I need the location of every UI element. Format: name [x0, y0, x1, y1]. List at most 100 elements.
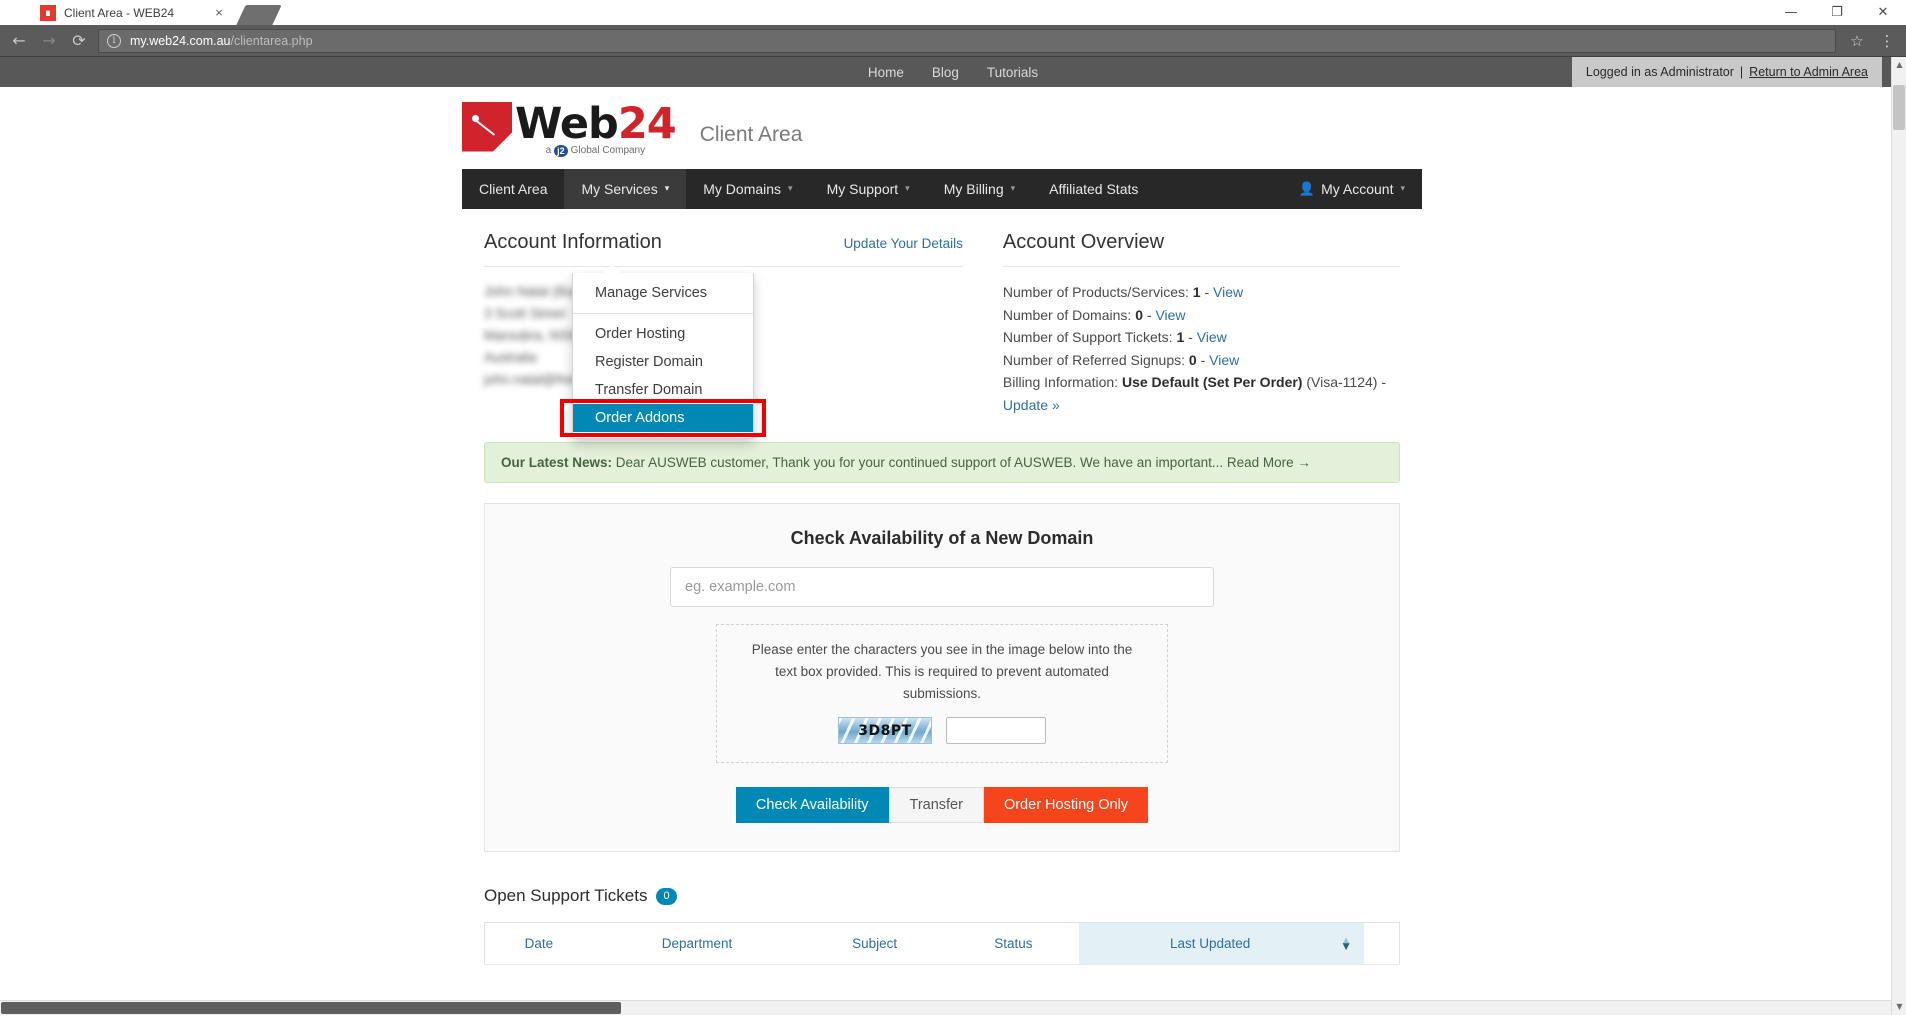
captcha-instructions: Please enter the characters you see in t… [751, 642, 1133, 701]
divider [1002, 266, 1400, 267]
nav-label-my-domains: My Domains [703, 181, 782, 197]
overview-billing-card: (Visa-1124) [1306, 374, 1378, 390]
maximize-icon[interactable]: ❐ [1814, 0, 1860, 25]
account-overview-title: Account Overview [1002, 231, 1165, 253]
check-availability-button[interactable]: Check Availability [735, 787, 889, 823]
nav-item-client-area[interactable]: Client Area [462, 169, 564, 209]
domain-availability-panel: Check Availability of a New Domain Pleas… [484, 503, 1400, 852]
overview-view-domains-link[interactable]: View [1155, 307, 1185, 323]
tickets-col-subject[interactable]: Subject [801, 922, 949, 965]
overview-view-tickets-link[interactable]: View [1197, 329, 1227, 345]
nav-label-my-account: My Account [1321, 181, 1394, 197]
return-to-admin-area-link[interactable]: Return to Admin Area [1749, 65, 1868, 79]
tickets-col-last-updated[interactable]: Last Updated ▲ ▼ [1078, 922, 1364, 965]
scroll-down-icon[interactable]: ▼ [1892, 999, 1906, 1015]
dropdown-item-order-hosting[interactable]: Order Hosting [573, 320, 753, 348]
window-close-icon[interactable]: ✕ [1860, 0, 1906, 25]
captcha-input[interactable] [946, 717, 1046, 744]
page-vertical-scrollbar[interactable]: ▲ ▼ [1891, 57, 1906, 1015]
browser-tab[interactable]: ∎ Client Area - WEB24 × [30, 0, 235, 25]
dropdown-item-register-domain[interactable]: Register Domain [573, 348, 753, 376]
back-icon[interactable]: ← [4, 27, 34, 55]
vertical-scrollbar-thumb[interactable] [1893, 85, 1905, 130]
chevron-down-icon: ▾ [1010, 184, 1016, 194]
order-hosting-only-button[interactable]: Order Hosting Only [983, 787, 1149, 823]
overview-view-signups-link[interactable]: View [1209, 352, 1239, 368]
overview-row-tickets: Number of Support Tickets: 1 - View [1003, 326, 1400, 349]
overview-view-products-link[interactable]: View [1213, 284, 1243, 300]
forward-icon[interactable]: → [34, 27, 64, 55]
logo-text-block: Web24 a j2 Global Company [515, 98, 677, 157]
tickets-col-date[interactable]: Date [484, 922, 593, 965]
chevron-down-icon: ▾ [664, 184, 670, 194]
overview-sep: - [1188, 329, 1193, 345]
nav-label-affiliated-stats: Affiliated Stats [1049, 181, 1139, 197]
url-path: /clientarea.php [230, 33, 313, 48]
nav-item-my-billing[interactable]: My Billing ▾ [927, 169, 1032, 209]
site-logo[interactable]: Web24 a j2 Global Company [462, 98, 677, 157]
nav-item-my-account[interactable]: 👤 My Account ▾ [1282, 169, 1422, 209]
horizontal-scrollbar-thumb[interactable] [1, 1002, 621, 1014]
topbar-link-home[interactable]: Home [868, 65, 904, 80]
dropdown-selected-wrapper: Order Addons [560, 399, 766, 437]
page-viewport: Home Blog Tutorials Logged in as Adminis… [0, 57, 1906, 1015]
logo-tagline-b: Global Company [570, 145, 646, 156]
scroll-up-icon[interactable]: ▲ [1892, 57, 1906, 73]
page-horizontal-scrollbar[interactable] [0, 1000, 1891, 1015]
open-support-tickets-title: Open Support Tickets [484, 886, 648, 905]
overview-value-signups: 0 [1188, 351, 1197, 368]
browser-tab-title: Client Area - WEB24 [64, 5, 175, 20]
dropdown-item-transfer-domain[interactable]: Transfer Domain [573, 376, 753, 404]
latest-news-banner: Our Latest News: Dear AUSWEB customer, T… [484, 442, 1400, 483]
overview-label-tickets: Number of Support Tickets: [1002, 329, 1173, 345]
web24-logo-icon [462, 101, 512, 152]
tickets-col-status[interactable]: Status [948, 922, 1079, 965]
dropdown-item-order-addons[interactable]: Order Addons [573, 404, 753, 432]
news-read-more-link[interactable]: Read More → [1227, 455, 1311, 470]
close-icon[interactable]: × [211, 5, 227, 21]
address-bar[interactable]: i my.web24.com.au/clientarea.php [98, 28, 1836, 53]
news-body: Dear AUSWEB customer, Thank you for your… [615, 455, 1224, 470]
page-info-icon[interactable]: i [107, 33, 121, 48]
nav-label-client-area: Client Area [479, 181, 548, 197]
overview-label-signups: Number of Referred Signups: [1002, 351, 1185, 368]
domain-action-buttons: Check Availability Transfer Order Hostin… [485, 787, 1399, 823]
divider [484, 266, 963, 267]
overview-value-tickets: 1 [1176, 329, 1185, 345]
bookmark-star-icon[interactable]: ☆ [1842, 27, 1872, 55]
overview-label-domains: Number of Domains: [1002, 306, 1132, 323]
minimize-icon[interactable]: — [1768, 0, 1814, 25]
overview-update-billing-link[interactable]: Update » [1003, 397, 1060, 413]
overview-sep: - [1146, 306, 1152, 323]
browser-tabstrip: ∎ Client Area - WEB24 × — ❐ ✕ [0, 0, 1906, 25]
overview-row-signups: Number of Referred Signups: 0 - View [1003, 349, 1400, 372]
domain-search-input[interactable] [670, 567, 1214, 607]
overview-label-billing: Billing Information: [1002, 374, 1119, 390]
nav-item-my-services[interactable]: My Services ▾ [564, 169, 687, 209]
topbar-links: Home Blog Tutorials [868, 65, 1038, 80]
browser-menu-icon[interactable]: ⋮ [1872, 27, 1902, 55]
overview-row-billing: Billing Information: Use Default (Set Pe… [1003, 371, 1400, 416]
new-tab-button[interactable] [236, 5, 282, 25]
transfer-button[interactable]: Transfer [888, 787, 984, 823]
chevron-down-icon: ▾ [1400, 184, 1405, 194]
account-information-header: Account Information Update Your Details [484, 231, 963, 254]
topbar-link-tutorials[interactable]: Tutorials [987, 65, 1038, 80]
nav-item-my-support[interactable]: My Support ▾ [810, 169, 927, 209]
update-your-details-link[interactable]: Update Your Details [844, 236, 963, 251]
nav-label-my-billing: My Billing [943, 181, 1004, 197]
admin-status-text: Logged in as Administrator [1585, 65, 1734, 79]
account-overview-panel: Account Overview Number of Products/Serv… [983, 231, 1400, 416]
logo-word-24: 24 [617, 98, 677, 149]
overview-value-domains: 0 [1135, 306, 1143, 323]
reload-icon[interactable]: ⟳ [64, 27, 94, 55]
dropdown-item-manage-services[interactable]: Manage Services [573, 279, 753, 307]
open-support-tickets-header: Open Support Tickets 0 [484, 886, 1400, 906]
tickets-col-department[interactable]: Department [592, 922, 802, 965]
overview-sep: - [1200, 351, 1206, 368]
person-icon: 👤 [1298, 181, 1316, 197]
nav-item-affiliated-stats[interactable]: Affiliated Stats [1032, 169, 1155, 209]
chevron-down-icon: ▾ [788, 184, 793, 194]
topbar-link-blog[interactable]: Blog [932, 65, 959, 80]
nav-item-my-domains[interactable]: My Domains ▾ [686, 169, 809, 209]
